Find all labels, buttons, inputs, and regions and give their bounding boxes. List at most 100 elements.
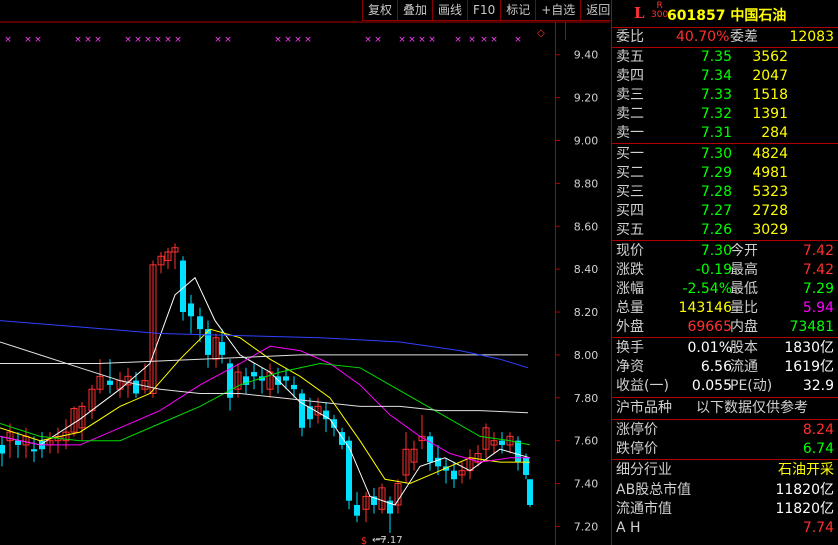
y-tick-label: 8.60 (574, 220, 599, 233)
y-tick-label: 8.40 (574, 263, 599, 276)
signal-marker: × (398, 35, 406, 45)
y-tick-label: 9.00 (574, 134, 599, 147)
ah-row: A H 7.74 (616, 519, 838, 538)
signal-marker: × (154, 35, 162, 45)
signal-marker: × (480, 35, 488, 45)
fund-label: 股本 (730, 340, 758, 356)
industry-value: 石油开采 (778, 462, 834, 478)
stock-badge: R 300 (651, 2, 668, 20)
signal-marker: × (284, 35, 292, 45)
y-tick-label: 7.60 (574, 435, 599, 448)
chart-toolbar: 复权 叠加 画线 F10 标记 +自选 返回 (362, 0, 616, 22)
y-tick-label: 7.80 (574, 392, 599, 405)
candle-down (188, 303, 194, 317)
signal-marker: × (4, 35, 12, 45)
fund-value: 1830亿 (784, 340, 834, 356)
ma-long-line (0, 354, 528, 364)
quote-value: 7.30 (700, 243, 732, 259)
bid-label: 买五 (616, 222, 644, 238)
limit-label: 涨停价 (616, 422, 658, 438)
signal-marker: × (364, 35, 372, 45)
signal-marker: × (304, 35, 312, 45)
bid-price: 7.26 (700, 222, 732, 238)
quote-label: 现价 (616, 243, 644, 259)
ask-volume: 2047 (752, 68, 788, 84)
quote-panel: L R 300 601857 中国石油 委比 40.70% 委差 12083 沪市… (611, 0, 838, 545)
candle-down (499, 440, 505, 445)
candle-down (515, 440, 521, 463)
market-label: 沪市品种 (616, 400, 672, 416)
candle-down (451, 470, 457, 480)
cap-label: 流通市值 (616, 501, 672, 517)
mark-button[interactable]: 标记 (500, 0, 536, 21)
badge-bottom: 300 (651, 10, 669, 20)
signal-marker: × (428, 35, 436, 45)
quote-row: 外盘 69665 内盘 73481 (616, 318, 838, 337)
quote-value: 5.94 (802, 300, 834, 316)
draw-line-button[interactable]: 画线 (432, 0, 468, 21)
y-tick-label: 8.00 (574, 349, 599, 362)
signal-marker: × (144, 35, 152, 45)
ask-volume: 3562 (752, 49, 788, 65)
y-tick-label: 9.20 (574, 92, 599, 105)
weibi-value: 40.70% (676, 29, 730, 45)
ask-label: 卖三 (616, 87, 644, 103)
limit-value: 6.74 (802, 441, 834, 457)
cap-value: 11820亿 (775, 482, 834, 498)
quote-label: 涨幅 (616, 281, 644, 297)
candle-down (354, 504, 360, 516)
fund-label: 收益(一) (616, 378, 669, 394)
weibi-row: 委比 40.70% 委差 12083 (616, 28, 838, 47)
bid-volume: 5323 (752, 184, 788, 200)
stock-prefix: L (634, 4, 645, 22)
signal-marker: × (468, 35, 476, 45)
quote-label: 量比 (730, 300, 758, 316)
candle-down (31, 449, 37, 452)
stock-code-name[interactable]: 601857 中国石油 (667, 5, 786, 25)
limit-row: 涨停价 8.24 (616, 421, 838, 440)
signal-marker: × (174, 35, 182, 45)
dollar-marker-icon: $ (361, 536, 367, 545)
candle-down (299, 393, 305, 428)
signal-marker: × (34, 35, 42, 45)
limit-row: 跌停价 6.74 (616, 440, 838, 459)
add-watchlist-button[interactable]: +自选 (535, 0, 581, 21)
f10-button[interactable]: F10 (467, 0, 501, 21)
bid-level-5: 买五 7.26 3029 (616, 221, 838, 240)
fund-value: 1619亿 (784, 359, 834, 375)
quote-row: 涨跌 -0.19 最高 7.42 (616, 261, 838, 280)
fuquan-button[interactable]: 复权 (362, 0, 398, 21)
fund-value: 0.055 (691, 378, 732, 394)
ask-price: 7.31 (700, 125, 732, 141)
signal-marker: × (418, 35, 426, 45)
quote-value: 7.42 (802, 262, 834, 278)
quote-label: 最低 (730, 281, 758, 297)
candle-down (15, 440, 21, 445)
ask-volume: 284 (761, 125, 788, 141)
ask-price: 7.35 (700, 49, 732, 65)
y-tick-label: 7.20 (574, 520, 599, 533)
limit-value: 8.24 (802, 422, 834, 438)
signal-marker: × (274, 35, 282, 45)
fund-value: 32.9 (802, 378, 834, 394)
ah-label: A H (616, 520, 641, 536)
ask-label: 卖四 (616, 68, 644, 84)
kline-chart[interactable]: × × × × × × × × × × × × × × × × × × × × × × × × × × × × ×◇9.409.209.… (0, 0, 610, 545)
ask-level-2: 卖二 7.32 1391 (616, 105, 838, 124)
diamond-icon: ◇ (537, 28, 545, 39)
ask-price: 7.34 (700, 68, 732, 84)
quote-label: 外盘 (616, 319, 644, 335)
candle-down (427, 436, 433, 463)
overlay-button[interactable]: 叠加 (397, 0, 433, 21)
bid-level-4: 买四 7.27 2728 (616, 202, 838, 221)
candle-down (107, 380, 113, 385)
fundamental-row: 收益(一) 0.055 PE(动) 32.9 (616, 377, 838, 396)
bid-volume: 4824 (752, 146, 788, 162)
market-note: 以下数据仅供参考 (696, 400, 808, 416)
bid-volume: 2728 (752, 203, 788, 219)
fund-label: PE(动) (730, 378, 773, 394)
ask-price: 7.33 (700, 87, 732, 103)
bid-level-3: 买三 7.28 5323 (616, 183, 838, 202)
signal-marker: × (24, 35, 32, 45)
market-cap-row: 流通市值 11820亿 (616, 500, 838, 519)
